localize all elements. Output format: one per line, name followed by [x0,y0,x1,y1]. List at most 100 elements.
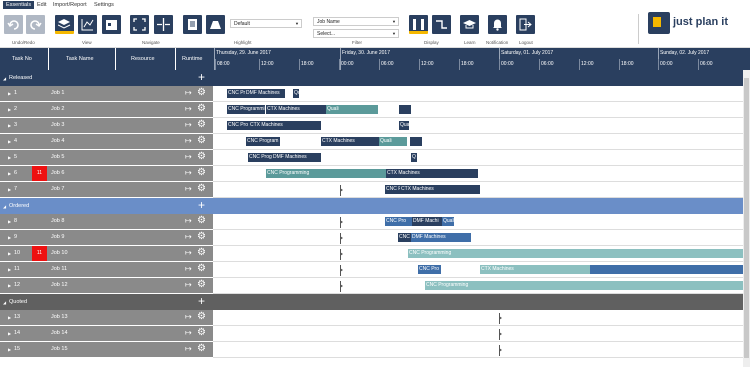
gantt-lane[interactable]: CNC Programming [213,246,746,262]
gantt-lane[interactable]: CNC Pro CTX Machines [213,262,746,278]
gantt-bar[interactable]: CNC Progr [248,153,272,162]
expand-triangle-icon[interactable]: ▶ [8,91,11,96]
expand-triangle-icon[interactable]: ▶ [8,235,11,240]
gear-icon[interactable]: ⚙ [197,247,206,259]
header-task-no[interactable]: Task No [12,56,32,62]
table-row[interactable]: ▶ 11 Job 11 ↦ ⚙ CNC Pro CTX Machines [0,262,746,278]
expand-triangle-icon[interactable]: ▶ [8,139,11,144]
gantt-bar[interactable]: CNC Program [246,137,280,146]
gear-icon[interactable]: ⚙ [197,215,206,227]
gantt-bar[interactable]: DMF Machi [412,217,442,226]
display-columns-button[interactable] [409,15,428,34]
gantt-bar[interactable]: CTX Machines [386,169,478,178]
gear-icon[interactable]: ⚙ [197,263,206,275]
menu-edit[interactable]: Edit [37,2,46,8]
gantt-bar[interactable]: CNC Pro [418,265,441,274]
expand-triangle-icon[interactable]: ▶ [8,267,11,272]
gantt-lane[interactable]: CNC Pro CTX Machines Qua [213,118,746,134]
milestone-marker[interactable] [340,217,343,228]
gantt-bar[interactable]: CNC Pro [227,89,245,98]
gantt-bar[interactable]: Quali [379,137,407,146]
highlight-button[interactable] [183,15,202,34]
task-cell[interactable]: ▶ 1 Job 1 ↦ ⚙ [0,86,213,102]
milestone-marker[interactable] [499,329,502,340]
gantt-bar[interactable]: Qu [293,89,299,98]
vertical-scrollbar[interactable] [743,70,750,367]
gantt-bar[interactable] [399,105,411,114]
gantt-lane[interactable]: CNC Program CTX Machines Quali [213,134,746,150]
view-calendar-button[interactable] [102,15,121,34]
expand-triangle-icon[interactable]: ▶ [8,331,11,336]
menu-import-report[interactable]: Import/Report [53,2,87,8]
arrow-right-icon[interactable]: ↦ [185,152,192,161]
task-cell[interactable]: ▶ 6 11 Job 6 ↦ ⚙ [0,166,213,182]
navigate-today-button[interactable] [154,15,173,34]
group-header[interactable]: ◢ Ordered + [0,198,746,214]
task-cell[interactable]: ▶ 8 Job 8 ↦ ⚙ [0,214,213,230]
task-cell[interactable]: ▶ 15 Job 15 ↦ ⚙ [0,342,213,358]
gantt-bar[interactable]: CNC Programming [425,281,743,290]
table-row[interactable]: ▶ 5 Job 5 ↦ ⚙ CNC Progr DMF Machines Q [0,150,746,166]
expand-triangle-icon[interactable]: ▶ [8,315,11,320]
milestone-marker[interactable] [499,313,502,324]
gantt-lane[interactable]: CNC ProgrDMF Machines [213,230,746,246]
gear-icon[interactable]: ⚙ [197,119,206,131]
gear-icon[interactable]: ⚙ [197,231,206,243]
table-row[interactable]: ▶ 4 Job 4 ↦ ⚙ CNC Program CTX Machines Qual… [0,134,746,150]
undo-button[interactable] [4,15,23,34]
arrow-right-icon[interactable]: ↦ [185,344,192,353]
task-cell[interactable]: ▶ 3 Job 3 ↦ ⚙ [0,118,213,134]
add-task-icon[interactable]: + [198,71,205,83]
gear-icon[interactable]: ⚙ [197,167,206,179]
logout-button[interactable] [516,15,535,34]
table-row[interactable]: ▶ 9 Job 9 ↦ ⚙ CNC ProgrDMF Machines [0,230,746,246]
gear-icon[interactable]: ⚙ [197,135,206,147]
arrow-right-icon[interactable]: ↦ [185,248,192,257]
learn-button[interactable] [460,15,479,34]
table-row[interactable]: ▶ 15 Job 15 ↦ ⚙ [0,342,746,358]
gear-icon[interactable]: ⚙ [197,183,206,195]
gantt-bar[interactable]: DMF Machines [411,233,471,242]
table-row[interactable]: ▶ 10 11 Job 10 ↦ ⚙ CNC Programming [0,246,746,262]
gear-icon[interactable]: ⚙ [197,151,206,163]
gantt-bar[interactable]: CNC Pro [385,217,412,226]
notification-button[interactable] [488,15,507,34]
task-cell[interactable]: ▶ 12 Job 12 ↦ ⚙ [0,278,213,294]
filter-value-select[interactable]: Select... ▼ [313,29,399,38]
gear-icon[interactable]: ⚙ [197,311,206,323]
gantt-bar[interactable]: Q [411,153,417,162]
task-cell[interactable]: ▶ 2 Job 2 ↦ ⚙ [0,102,213,118]
arrow-right-icon[interactable]: ↦ [185,280,192,289]
filter-field-select[interactable]: Job Name ▼ [313,17,399,26]
expand-triangle-icon[interactable]: ▶ [8,107,11,112]
gantt-bar[interactable] [590,265,743,274]
milestone-marker[interactable] [340,185,343,196]
expand-triangle-icon[interactable]: ▶ [8,251,11,256]
collapse-triangle-icon[interactable]: ◢ [3,300,6,305]
expand-triangle-icon[interactable]: ▶ [8,155,11,160]
gantt-lane[interactable]: CNC ProCTX Machines [213,182,746,198]
arrow-right-icon[interactable]: ↦ [185,120,192,129]
header-resource[interactable]: Resource [131,56,155,62]
arrow-right-icon[interactable]: ↦ [185,88,192,97]
arrow-right-icon[interactable]: ↦ [185,216,192,225]
table-row[interactable]: ▶ 8 Job 8 ↦ ⚙ CNC Pro DMF Machi Quali [0,214,746,230]
gear-icon[interactable]: ⚙ [197,343,206,355]
gantt-bar[interactable]: DMF Machines [272,153,321,162]
table-row[interactable]: ▶ 2 Job 2 ↦ ⚙ CNC Programmi CTX Machines Qu… [0,102,746,118]
gantt-bar[interactable]: CTX Machines [480,265,590,274]
gantt-lane[interactable]: CNC Progr DMF Machines Q [213,150,746,166]
table-row[interactable]: ▶ 7 Job 7 ↦ ⚙ CNC ProCTX Machines [0,182,746,198]
arrow-right-icon[interactable]: ↦ [185,136,192,145]
menu-settings[interactable]: Settings [94,2,114,8]
gantt-bar[interactable]: CNC Programming [408,249,743,258]
arrow-right-icon[interactable]: ↦ [185,184,192,193]
menu-essentials[interactable]: Essentials [3,1,35,9]
gantt-bar[interactable]: CNC Pro [385,185,400,194]
gantt-lane[interactable]: CNC Programming [213,278,746,294]
gantt-lane[interactable]: CNC Programming CTX Machines [213,166,746,182]
arrow-right-icon[interactable]: ↦ [185,328,192,337]
table-row[interactable]: ▶ 6 11 Job 6 ↦ ⚙ CNC Programming CTX Machin… [0,166,746,182]
gantt-lane[interactable] [213,342,746,358]
gantt-lane[interactable] [213,310,746,326]
